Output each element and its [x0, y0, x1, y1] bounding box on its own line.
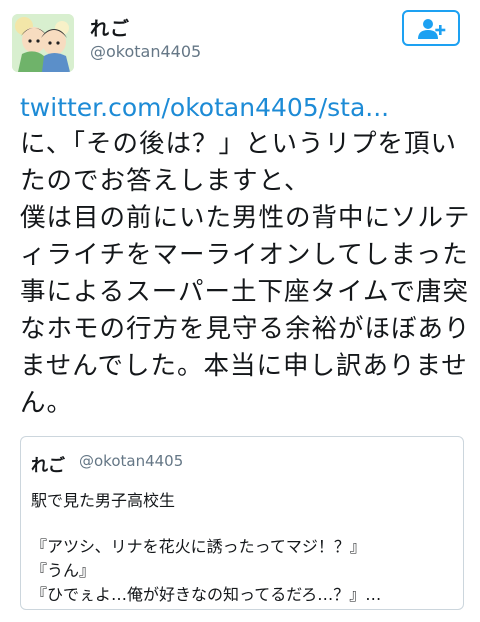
follow-button[interactable]: [402, 10, 460, 46]
quoted-display-name: れご: [31, 456, 65, 476]
add-user-icon: [418, 19, 446, 39]
quoted-line: 『ひでぇよ…俺が好きなの知ってるだろ…？』…: [31, 585, 382, 604]
tweet-line: ませんでした。本当に申し訳ありませ: [20, 351, 468, 381]
handle[interactable]: @okotan4405: [90, 42, 201, 61]
tweet-line: に、「その後は？」というリプを頂い: [20, 129, 457, 159]
tweet-line: たのでお答えしますと、: [20, 166, 311, 196]
quoted-tweet[interactable]: れご @okotan4405 駅で見た男子高校生 『アツシ、リナを花火に誘ったっ…: [20, 436, 464, 610]
quoted-line: 『アツシ、リナを花火に誘ったってマジ！？』: [31, 537, 366, 556]
quoted-line: 駅で見た男子高校生: [31, 491, 176, 510]
tweet-line: 事によるスーパー土下座タイムで唐突: [20, 277, 469, 307]
tweet-header: れご @okotan4405: [0, 0, 480, 90]
tweet-line: ィライチをマーライオンしてしまった: [20, 240, 469, 270]
avatar-illustration: [12, 14, 74, 72]
tweet-text: twitter.com/okotan4405/sta... に、「その後は？」と…: [20, 92, 472, 422]
tweet-line: 僕は目の前にいた男性の背中にソルテ: [20, 203, 471, 233]
tweet-line: ん。: [20, 388, 74, 418]
quoted-line: 『うん』: [31, 561, 96, 580]
tweet-link[interactable]: twitter.com/okotan4405/sta...: [20, 92, 472, 124]
avatar[interactable]: [12, 14, 74, 72]
display-name[interactable]: れご: [90, 14, 130, 41]
quoted-handle: @okotan4405: [79, 452, 184, 470]
tweet-line: なホモの行方を見守る余裕がほぼあり: [20, 314, 471, 344]
